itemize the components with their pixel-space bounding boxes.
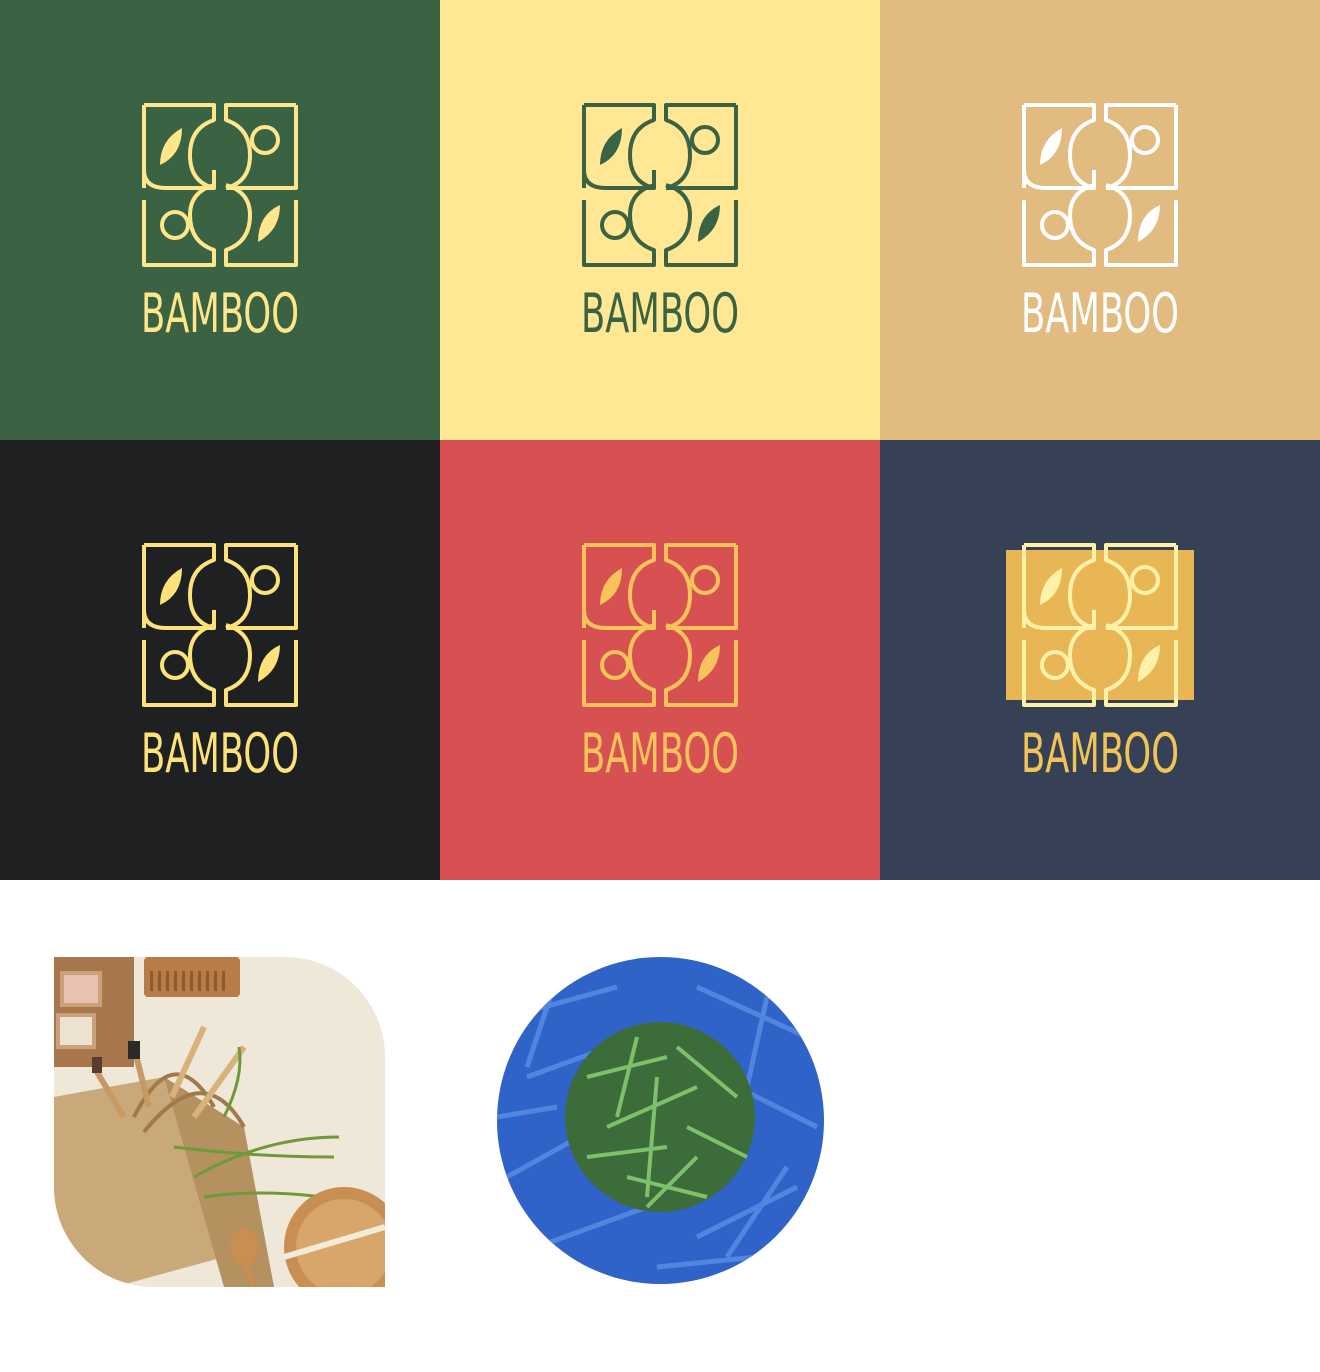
wordmark-text: BAMBOO [141,284,299,340]
wordmark-text: BAMBOO [581,284,739,340]
logo-mark [120,100,320,270]
wordmark-text: BAMBOO [581,724,739,780]
logo-mark [560,100,760,270]
wordmark-text: BAMBOO [1021,284,1179,340]
logo-wordmark: BAMBOO [560,722,760,785]
wordmark-text: BAMBOO [1021,724,1179,780]
wordmark: BAMBOO [141,282,299,345]
logo-wordmark: BAMBOO [1000,722,1200,785]
wordmark-text: BAMBOO [141,724,299,780]
wordmark: BAMBOO [581,282,739,345]
logo-mark [560,540,760,710]
bamboo-leaves-circle-photo [497,957,824,1284]
bamboo-logo-icon [582,103,738,267]
logo-tile-yellow: BAMBOO [440,0,880,440]
logo-mark [120,540,320,710]
bamboo-logo-icon [1006,543,1194,707]
logo-tile-red: BAMBOO [440,440,880,880]
logo-tile-black: BAMBOO [0,440,440,880]
logo-wordmark: BAMBOO [560,282,760,345]
logo-wordmark: BAMBOO [120,722,320,785]
bamboo-logo-icon [582,543,738,707]
bamboo-logo-icon [142,543,298,707]
wordmark: BAMBOO [581,722,739,785]
logo-tile-tan: BAMBOO [880,0,1320,440]
logo-wordmark: BAMBOO [1000,282,1200,345]
eco-products-photo [54,957,385,1287]
wordmark: BAMBOO [141,722,299,785]
bamboo-circle-illustration [497,957,824,1284]
logo-mark [1000,540,1200,710]
wordmark: BAMBOO [1021,722,1179,785]
bamboo-logo-icon [142,103,298,267]
logo-wordmark: BAMBOO [120,282,320,345]
logo-variations-grid: BAMBOO BAMBOO BAMBOO BAMBOO BAMBOO BAMBO… [0,0,1320,880]
logo-tile-green: BAMBOO [0,0,440,440]
logo-tile-navy: BAMBOO [880,440,1320,880]
wordmark: BAMBOO [1021,282,1179,345]
eco-products-illustration [54,957,385,1287]
logo-mark [1000,100,1200,270]
bamboo-logo-icon [1022,103,1178,267]
